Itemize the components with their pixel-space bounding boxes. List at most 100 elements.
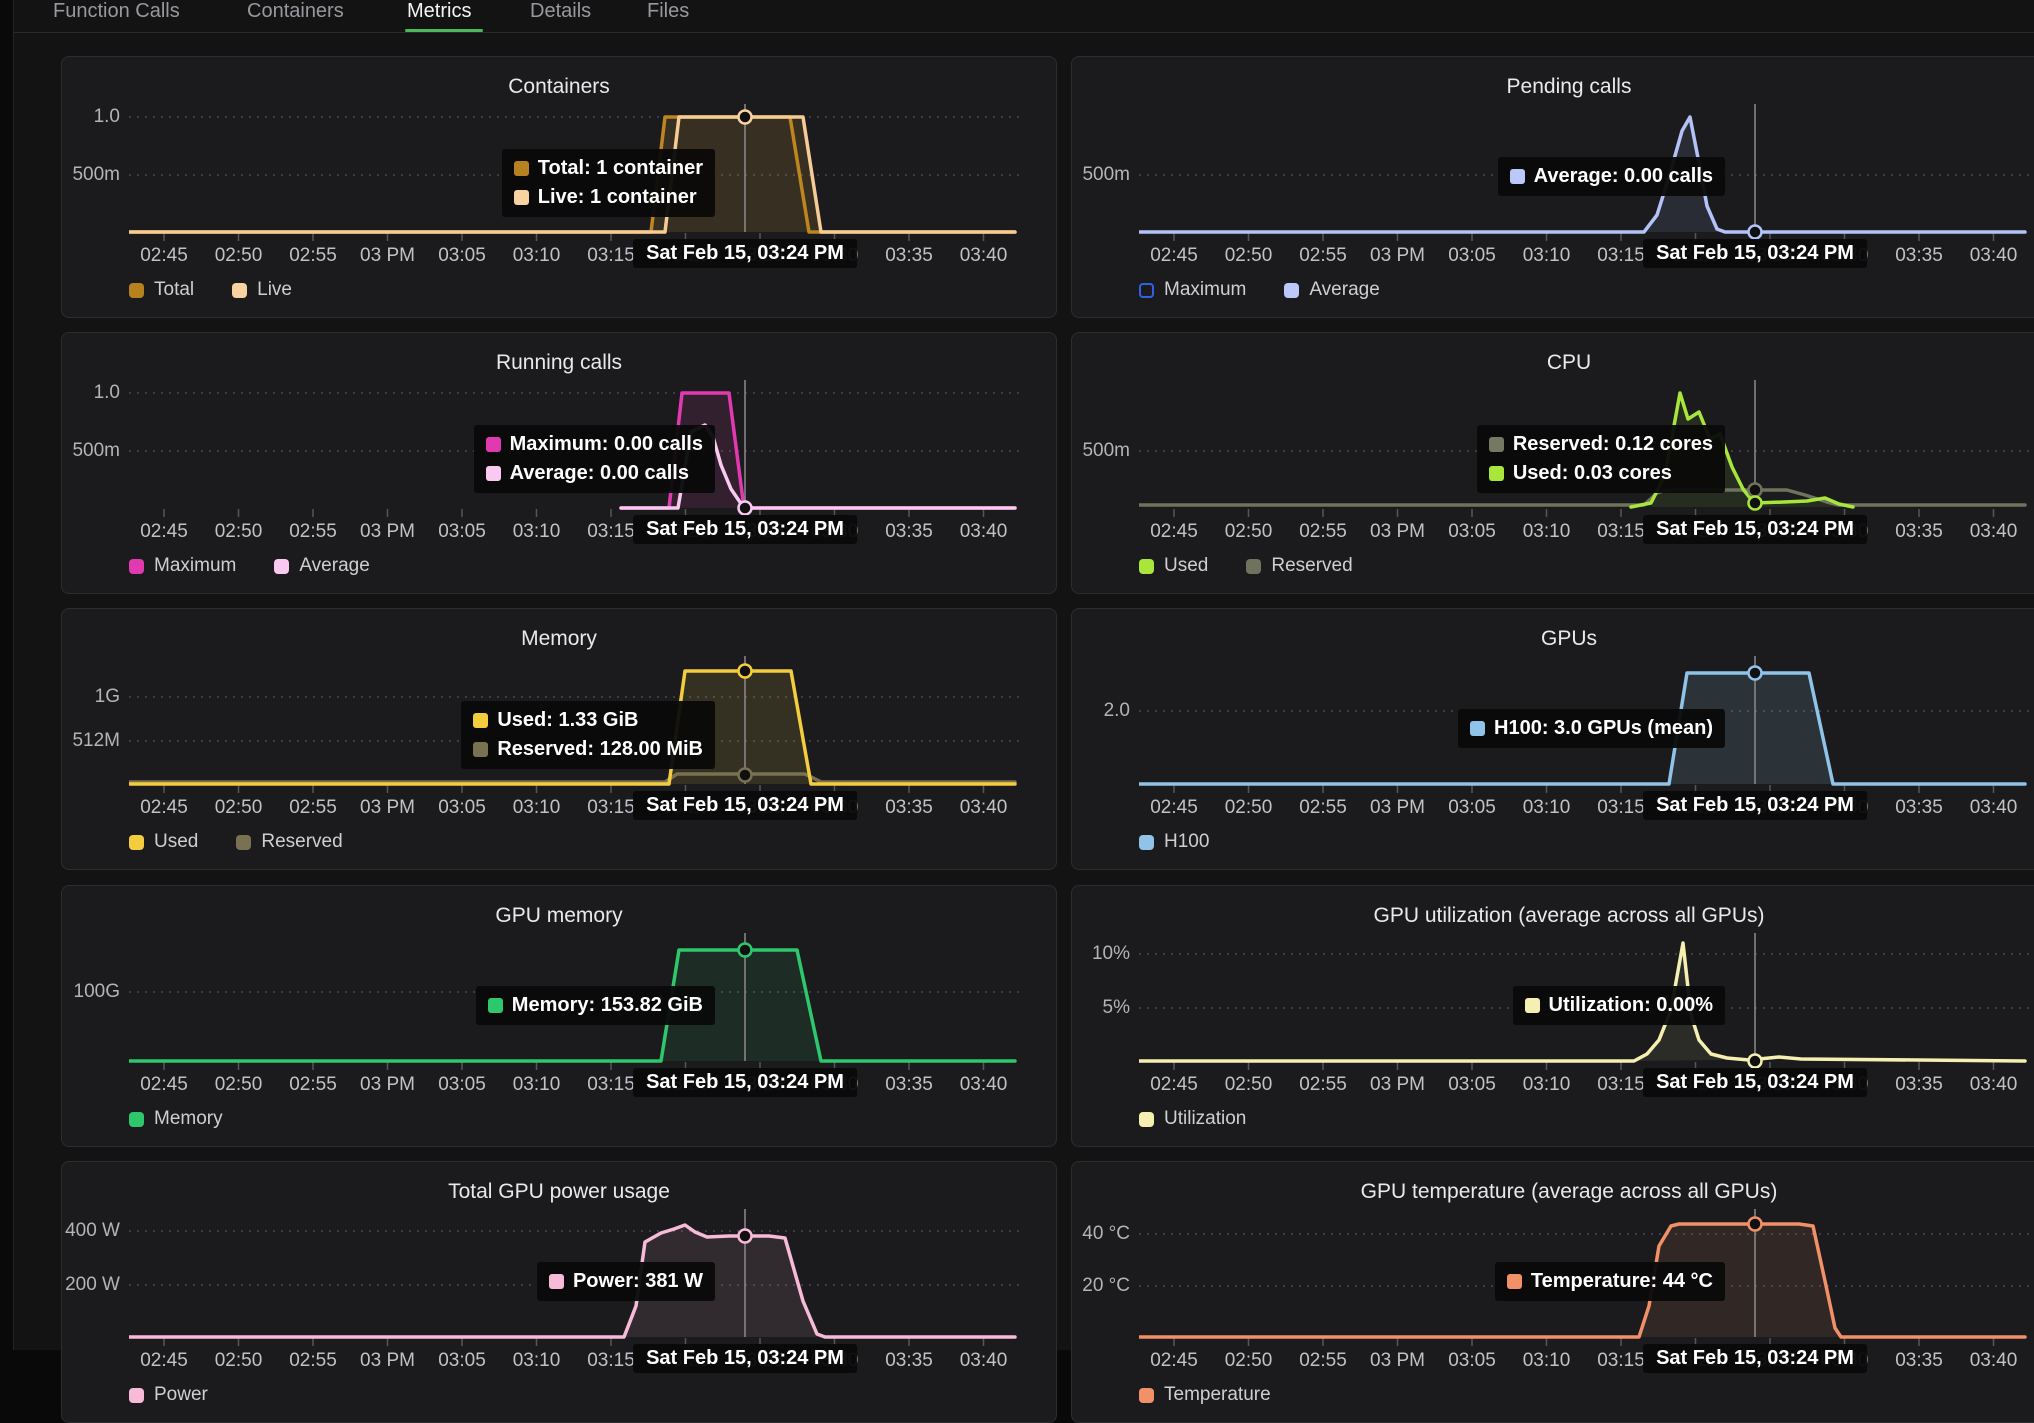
- y-axis-label: 40 °C: [1072, 1223, 1130, 1245]
- legend-label: Utilization: [1164, 1108, 1246, 1130]
- legend-item-temperature[interactable]: Temperature: [1139, 1384, 1271, 1406]
- legend-swatch-icon: [129, 1112, 144, 1127]
- hover-marker: [739, 769, 752, 782]
- x-axis-label: 03:10: [1517, 1074, 1577, 1096]
- tooltip-value: Average: 0.00 calls: [1534, 165, 1713, 188]
- hover-marker: [739, 111, 752, 124]
- x-axis-label: 03:10: [507, 1350, 567, 1372]
- y-axis-label: 500m: [62, 164, 120, 186]
- tooltip-row: Reserved: 128.00 MiB: [473, 735, 703, 764]
- x-axis-label: 02:55: [283, 1350, 343, 1372]
- chart-card-gpu-memory: GPU memory100G02:4502:5002:5503 PM03:050…: [61, 885, 1057, 1147]
- tooltip-value: Memory: 153.82 GiB: [512, 994, 703, 1017]
- legend-item-utilization[interactable]: Utilization: [1139, 1108, 1246, 1130]
- chart-legend: Power: [129, 1384, 208, 1406]
- tooltip-value: Average: 0.00 calls: [510, 462, 689, 485]
- legend-label: Maximum: [1164, 279, 1246, 301]
- x-axis-label: 03:35: [879, 797, 939, 819]
- legend-item-average[interactable]: Average: [1284, 279, 1379, 301]
- x-axis-label: 03:15: [1591, 1350, 1651, 1372]
- tooltip-swatch-icon: [1470, 721, 1485, 736]
- tooltip-swatch-icon: [549, 1274, 564, 1289]
- chart-card-gpu-power: Total GPU power usage400 W200 W02:4502:5…: [61, 1161, 1057, 1423]
- legend-swatch-icon: [274, 559, 289, 574]
- tab-metrics[interactable]: Metrics: [407, 0, 471, 31]
- date-tooltip: Sat Feb 15, 03:24 PM: [1643, 791, 1867, 820]
- date-tooltip: Sat Feb 15, 03:24 PM: [1643, 239, 1867, 268]
- chart-card-gpu-utilization: GPU utilization (average across all GPUs…: [1071, 885, 2034, 1147]
- hover-marker: [1749, 1055, 1762, 1068]
- chart-title-gpu-temperature: GPU temperature (average across all GPUs…: [1072, 1180, 2034, 1204]
- tab-function-calls[interactable]: Function Calls: [53, 0, 180, 31]
- x-axis-label: 03:15: [1591, 521, 1651, 543]
- legend-label: Temperature: [1164, 1384, 1271, 1406]
- y-axis-label: 1.0: [62, 382, 120, 404]
- legend-item-maximum[interactable]: Maximum: [129, 555, 236, 577]
- y-axis-label: 500m: [62, 440, 120, 462]
- tab-details[interactable]: Details: [530, 0, 591, 31]
- legend-item-used[interactable]: Used: [129, 831, 198, 853]
- x-axis-label: 02:50: [1219, 521, 1279, 543]
- x-axis-label: 03:35: [879, 521, 939, 543]
- chart-title-memory: Memory: [62, 627, 1056, 651]
- tooltip-swatch-icon: [486, 466, 501, 481]
- x-axis-label: 03:05: [432, 1074, 492, 1096]
- x-axis-label: 02:45: [1144, 797, 1204, 819]
- x-axis-label: 03:40: [954, 245, 1014, 267]
- legend-item-live[interactable]: Live: [232, 279, 292, 301]
- legend-item-reserved[interactable]: Reserved: [236, 831, 342, 853]
- legend-item-reserved[interactable]: Reserved: [1246, 555, 1352, 577]
- x-axis-label: 03:05: [1442, 797, 1502, 819]
- legend-label: Reserved: [1271, 555, 1352, 577]
- chart-legend: Maximum Average: [129, 555, 370, 577]
- x-axis-label: 02:55: [283, 245, 343, 267]
- x-axis-label: 02:50: [209, 521, 269, 543]
- x-axis-label: 03:10: [507, 245, 567, 267]
- legend-item-used[interactable]: Used: [1139, 555, 1208, 577]
- tooltip-swatch-icon: [486, 437, 501, 452]
- chart-legend: Maximum Average: [1139, 279, 1380, 301]
- x-axis-label: 02:45: [1144, 1074, 1204, 1096]
- legend-item-power[interactable]: Power: [129, 1384, 208, 1406]
- x-axis-label: 03 PM: [358, 1074, 418, 1096]
- legend-swatch-icon: [129, 283, 144, 298]
- y-axis-label: 400 W: [62, 1220, 120, 1242]
- tooltip-row: Total: 1 container: [514, 154, 703, 183]
- legend-item-memory[interactable]: Memory: [129, 1108, 223, 1130]
- date-tooltip: Sat Feb 15, 03:24 PM: [1643, 1344, 1867, 1373]
- y-axis-label: 1.0: [62, 106, 120, 128]
- tooltip-value: Temperature: 44 °C: [1531, 1270, 1713, 1293]
- x-axis-label: 02:50: [209, 245, 269, 267]
- y-axis-label: 10%: [1072, 943, 1130, 965]
- date-tooltip: Sat Feb 15, 03:24 PM: [633, 1068, 857, 1097]
- chart-card-cpu: CPU500m02:4502:5002:5503 PM03:0503:1003:…: [1071, 332, 2034, 594]
- legend-item-h100[interactable]: H100: [1139, 831, 1209, 853]
- legend-label: Maximum: [154, 555, 236, 577]
- x-axis-label: 03:40: [1964, 797, 2024, 819]
- tooltip-row: Live: 1 container: [514, 183, 703, 212]
- legend-swatch-icon: [1139, 835, 1154, 850]
- x-axis-label: 03:10: [1517, 245, 1577, 267]
- x-axis-label: 02:50: [1219, 797, 1279, 819]
- hover-tooltip-containers: Total: 1 containerLive: 1 container: [502, 149, 715, 217]
- legend-item-total[interactable]: Total: [129, 279, 194, 301]
- tooltip-swatch-icon: [473, 713, 488, 728]
- legend-swatch-icon: [1139, 283, 1154, 298]
- legend-item-average[interactable]: Average: [274, 555, 369, 577]
- tooltip-swatch-icon: [514, 190, 529, 205]
- x-axis-label: 03:15: [1591, 245, 1651, 267]
- tab-files[interactable]: Files: [647, 0, 689, 31]
- tooltip-row: Power: 381 W: [549, 1267, 703, 1296]
- x-axis-label: 02:55: [1293, 521, 1353, 543]
- tooltip-value: Used: 0.03 cores: [1513, 462, 1672, 485]
- legend-label: Average: [299, 555, 369, 577]
- hover-tooltip-running-calls: Maximum: 0.00 callsAverage: 0.00 calls: [474, 425, 715, 493]
- chart-title-gpu-power: Total GPU power usage: [62, 1180, 1056, 1204]
- y-axis-label: 200 W: [62, 1274, 120, 1296]
- x-axis-label: 02:45: [134, 521, 194, 543]
- tab-containers[interactable]: Containers: [247, 0, 344, 31]
- y-axis-label: 1G: [62, 686, 120, 708]
- legend-label: Total: [154, 279, 194, 301]
- legend-item-maximum[interactable]: Maximum: [1139, 279, 1246, 301]
- legend-swatch-icon: [1284, 283, 1299, 298]
